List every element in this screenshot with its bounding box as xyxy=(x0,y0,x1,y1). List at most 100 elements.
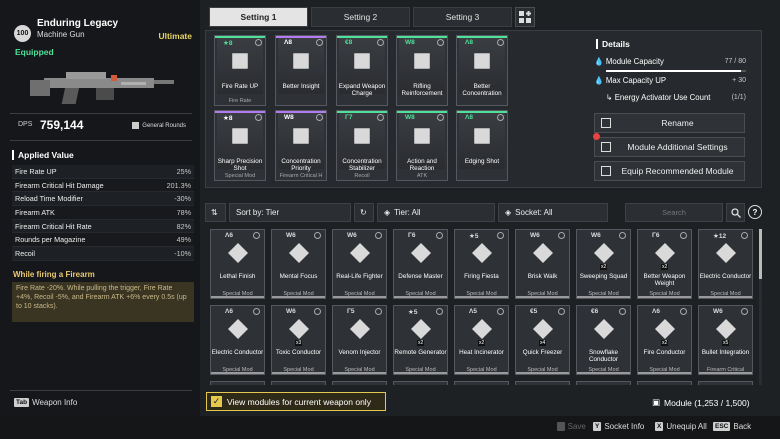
socket-info-button[interactable]: Y Socket Info xyxy=(593,422,644,431)
module-emblem-icon xyxy=(594,319,614,339)
module-card[interactable] xyxy=(332,381,387,385)
module-quantity: x2 xyxy=(478,340,486,346)
module-emblem-icon xyxy=(350,319,370,339)
scrollbar-thumb[interactable] xyxy=(759,229,762,279)
back-button[interactable]: ESC Back xyxy=(713,422,751,431)
module-quantity: x5 xyxy=(722,340,730,346)
equipped-module-slot[interactable]: Λ8 Better Concentration xyxy=(456,35,508,106)
module-capacity-cost: W6 xyxy=(286,308,296,315)
module-card[interactable] xyxy=(576,381,631,385)
module-card[interactable]: W6 x3 Toxic Conductor Special Mod xyxy=(271,305,326,375)
module-card[interactable] xyxy=(210,381,265,385)
energy-activator-label: ↳ Energy Activator Use Count xyxy=(606,93,711,102)
module-card[interactable] xyxy=(393,381,448,385)
search-input[interactable]: Search xyxy=(625,203,723,222)
module-card[interactable]: Γ6 Defense Master Special Mod xyxy=(393,229,448,299)
tier-filter-label: Tier: All xyxy=(394,208,421,217)
module-card[interactable]: W6 Brisk Walk Special Mod xyxy=(515,229,570,299)
module-card[interactable]: ★5 Firing Fiesta Special Mod xyxy=(454,229,509,299)
module-card[interactable]: Γ6 x2 Better Weapon Weight Special Mod xyxy=(637,229,692,299)
module-card[interactable] xyxy=(454,381,509,385)
module-card[interactable]: ★5 x2 Remote Generator Special Mod xyxy=(393,305,448,375)
current-weapon-filter-checkbox[interactable]: ✓ View modules for current weapon only xyxy=(206,392,386,411)
reset-filter-button[interactable]: ↻ xyxy=(354,203,374,222)
current-weapon-filter-label: View modules for current weapon only xyxy=(227,396,371,407)
module-name: Concentration Stabilizer xyxy=(342,158,382,172)
module-card[interactable]: W6 x5 Bullet Integration Firearm Critical xyxy=(698,305,753,375)
tier-band xyxy=(333,296,386,298)
stat-label: Recoil xyxy=(15,248,35,258)
module-capacity-cost: Λ6 xyxy=(652,308,660,315)
tab-setting-3[interactable]: Setting 3 xyxy=(413,7,512,27)
module-card[interactable]: Λ5 x2 Heat Incinerator Special Mod xyxy=(454,305,509,375)
module-card[interactable]: W6 x2 Sweeping Squad Special Mod xyxy=(576,229,631,299)
equipped-module-slot[interactable]: Λ8 Better Insight xyxy=(275,35,327,106)
equipped-module-slot[interactable]: Γ7 Concentration Stabilizer Recoil xyxy=(336,110,388,181)
layers-icon: ◈ xyxy=(384,208,391,217)
module-name: Sharp Precision Shot xyxy=(217,158,263,172)
socket-icon xyxy=(375,232,382,239)
module-grid-scrollbar[interactable] xyxy=(759,229,762,385)
module-subtype: ATK xyxy=(416,173,428,179)
tier-band xyxy=(215,36,265,38)
equipped-module-slot[interactable]: W8 Concentration Priority Firearm Critical… xyxy=(275,110,327,181)
module-emblem-icon xyxy=(228,243,248,263)
socket-icon xyxy=(436,308,443,315)
module-card[interactable]: Λ6 Lethal Finish Special Mod xyxy=(210,229,265,299)
module-capacity-cost: W6 xyxy=(347,232,357,239)
module-name: Concentration Priority xyxy=(281,158,321,172)
unequip-all-button[interactable]: X Unequip All xyxy=(655,422,707,431)
search-button[interactable] xyxy=(726,203,745,222)
module-card[interactable]: €6 Snowflake Conductor Special Mod xyxy=(576,305,631,375)
module-capacity-cost: W8 xyxy=(405,39,415,46)
equipped-module-slot[interactable]: ★8 Fire Rate UP Fire Rate xyxy=(214,35,266,106)
module-card[interactable]: Λ6 Electric Conductor Special Mod xyxy=(210,305,265,375)
tier-band xyxy=(699,372,752,374)
tab-setting-2[interactable]: Setting 2 xyxy=(311,7,410,27)
module-card[interactable]: €5 x4 Quick Freezer Special Mod xyxy=(515,305,570,375)
max-capacity-label: 💧 Max Capacity UP xyxy=(594,76,667,85)
module-capacity-cost: W8 xyxy=(284,114,294,121)
module-card[interactable] xyxy=(271,381,326,385)
equipped-module-slot[interactable]: W8 Rifling Reinforcement xyxy=(396,35,448,106)
help-button[interactable]: ? xyxy=(748,205,762,219)
additional-settings-button[interactable]: Module Additional Settings xyxy=(594,137,745,157)
socket-info-label: Socket Info xyxy=(604,422,645,431)
tier-filter-dropdown[interactable]: ◈ Tier: All xyxy=(377,203,495,222)
module-card[interactable]: Λ6 x2 Fire Conductor Special Mod xyxy=(637,305,692,375)
save-key-icon xyxy=(557,422,565,431)
sort-order-button[interactable]: ⇅ xyxy=(205,203,226,222)
equipped-module-slot[interactable]: W8 Action and Reaction ATK xyxy=(396,110,448,181)
equipped-module-slot[interactable]: ★8 Sharp Precision Shot Special Mod xyxy=(214,110,266,181)
module-card[interactable]: Γ5 Venom Injector Special Mod xyxy=(332,305,387,375)
energy-activator-text: Energy Activator Use Count xyxy=(614,93,711,102)
weapon-info-button[interactable]: Tab Weapon Info xyxy=(14,398,77,407)
module-card[interactable] xyxy=(698,381,753,385)
equipped-module-slot[interactable]: €8 Expand Weapon Charge xyxy=(336,35,388,106)
module-count: ▣ Module (1,253 / 1,500) xyxy=(652,397,750,408)
module-capacity-cost: Γ6 xyxy=(652,232,660,239)
save-label: Save xyxy=(567,422,586,431)
socket-icon xyxy=(314,308,321,315)
rename-button[interactable]: Rename xyxy=(594,113,745,133)
equipped-module-slot[interactable]: Λ8 Edging Shot xyxy=(456,110,508,181)
module-name: Toxic Conductor xyxy=(275,349,322,356)
module-card[interactable]: W6 Mental Focus Special Mod xyxy=(271,229,326,299)
socket-icon xyxy=(497,114,504,121)
module-card[interactable] xyxy=(637,381,692,385)
tier-band xyxy=(638,372,691,374)
sort-dropdown[interactable]: Sort by: Tier xyxy=(229,203,351,222)
module-name: Quick Freezer xyxy=(522,349,563,356)
module-name: Electric Conductor xyxy=(211,349,264,356)
equip-recommended-button[interactable]: Equip Recommended Module xyxy=(594,161,745,181)
module-card[interactable]: ★12 Electric Conductor Special Mod xyxy=(698,229,753,299)
tab-setting-1[interactable]: Setting 1 xyxy=(209,7,308,27)
module-capacity-cost: W6 xyxy=(286,232,296,239)
module-card[interactable]: W6 Real-Life Fighter Special Mod xyxy=(332,229,387,299)
save-button[interactable]: Save xyxy=(557,422,586,431)
module-capacity-cost: €6 xyxy=(591,308,599,315)
socket-filter-dropdown[interactable]: ◈ Socket: All xyxy=(498,203,608,222)
module-subtype: Firearm Critical H xyxy=(279,173,323,179)
add-setting-button[interactable] xyxy=(515,7,535,27)
module-card[interactable] xyxy=(515,381,570,385)
